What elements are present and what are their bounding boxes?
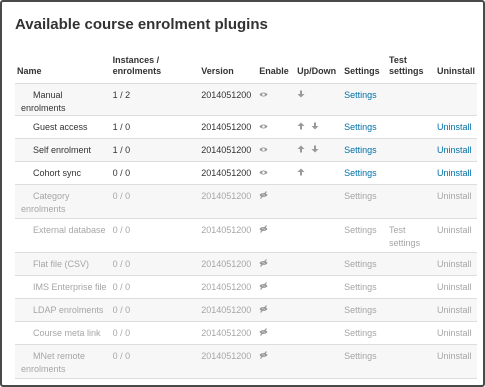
uninstall-link[interactable]: Uninstall [437, 122, 472, 132]
header-instances: Instances / enrolments [112, 55, 162, 76]
settings-link[interactable]: Settings [344, 225, 377, 235]
plugin-instances: 0 / 0 [110, 161, 200, 185]
plugin-instances: 1 / 2 [110, 83, 200, 116]
settings-link[interactable]: Settings [344, 351, 377, 361]
table-row: MNet remote enrolments 0 / 0 2014051200 Set… [15, 344, 477, 379]
uninstall-link[interactable]: Uninstall [437, 305, 472, 315]
plugin-version: 2014051200 [199, 218, 258, 253]
move-up-icon[interactable] [297, 144, 305, 157]
eye-icon[interactable] [259, 144, 268, 157]
plugin-instances: 1 / 0 [110, 115, 200, 139]
table-header-row: Name Instances / enrolments Version Enab… [15, 55, 477, 84]
plugin-instances: 0 / 0 [110, 252, 200, 276]
uninstall-link[interactable]: Uninstall [437, 351, 472, 361]
uninstall-link[interactable]: Uninstall [437, 145, 472, 155]
settings-link[interactable]: Settings [344, 90, 377, 100]
settings-link[interactable]: Settings [344, 122, 377, 132]
table-row: Cohort sync 0 / 0 2014051200 Settings Uninst… [15, 161, 477, 185]
plugin-name: LDAP enrolments [33, 305, 104, 315]
plugin-name: Cohort sync [33, 168, 82, 178]
plugin-version: 2014051200 [199, 184, 258, 219]
header-settings: Settings [344, 66, 380, 76]
plugin-name: Manual enrolments [21, 90, 66, 113]
eye-icon[interactable] [259, 167, 268, 180]
plugin-version: 2014051200 [199, 115, 258, 139]
plugin-version: 2014051200 [199, 83, 258, 116]
test-settings-link[interactable]: Test settings [389, 225, 420, 248]
table-row: Category enrolments 0 / 0 2014051200 Settin… [15, 184, 477, 219]
settings-link[interactable]: Settings [344, 259, 377, 269]
eye-slash-icon[interactable] [259, 327, 268, 340]
eye-icon[interactable] [259, 121, 268, 134]
plugin-instances: 0 / 0 [110, 378, 200, 385]
header-test-settings: Test settings [389, 55, 424, 76]
table-row: Guest access 1 / 0 2014051200 Settings Unins… [15, 115, 477, 139]
table-row: Course meta link 0 / 0 2014051200 Settings U… [15, 321, 477, 345]
plugin-instances: 0 / 0 [110, 275, 200, 299]
plugin-version: 2014051200 [199, 378, 258, 385]
table-row: External database 0 / 0 2014051200 Settings… [15, 218, 477, 253]
table-row: IMS Enterprise file 0 / 0 2014051200 Settin… [15, 275, 477, 299]
plugin-version: 2014051200 [199, 344, 258, 379]
header-name: Name [17, 66, 42, 76]
eye-slash-icon[interactable] [259, 350, 268, 363]
plugin-name: External database [33, 225, 106, 235]
uninstall-link[interactable]: Uninstall [437, 282, 472, 292]
plugin-name: Course meta link [33, 328, 101, 338]
move-up-icon[interactable] [297, 167, 305, 180]
eye-slash-icon[interactable] [259, 258, 268, 271]
move-up-icon[interactable] [297, 121, 305, 134]
plugin-name: Flat file (CSV) [33, 259, 90, 269]
page-title: Available course enrolment plugins [15, 16, 268, 33]
plugin-name: Category enrolments [21, 191, 70, 214]
header-updown: Up/Down [297, 66, 337, 76]
plugin-version: 2014051200 [199, 252, 258, 276]
plugin-version: 2014051200 [199, 321, 258, 345]
uninstall-link[interactable]: Uninstall [437, 168, 472, 178]
table-row: PayPal0 / 02014051200SettingsUninstall [15, 378, 477, 385]
plugin-instances: 0 / 0 [110, 344, 200, 379]
uninstall-link[interactable]: Uninstall [437, 328, 472, 338]
settings-link[interactable]: Settings [344, 145, 377, 155]
uninstall-link[interactable]: Uninstall [437, 225, 472, 235]
uninstall-link[interactable]: Uninstall [437, 191, 472, 201]
eye-slash-icon[interactable] [259, 304, 268, 317]
eye-slash-icon[interactable] [259, 190, 268, 203]
plugin-instances: 0 / 0 [110, 321, 200, 345]
plugin-instances: 0 / 0 [110, 298, 200, 322]
plugin-name: MNet remote enrolments [21, 351, 86, 374]
plugin-version: 2014051200 [199, 298, 258, 322]
settings-link[interactable]: Settings [344, 305, 377, 315]
move-down-icon[interactable] [297, 89, 305, 102]
eye-slash-icon[interactable] [259, 224, 268, 237]
uninstall-link[interactable]: Uninstall [437, 259, 472, 269]
plugin-version: 2014051200 [199, 275, 258, 299]
settings-link[interactable]: Settings [344, 191, 377, 201]
plugin-version: 2014051200 [199, 138, 258, 162]
eye-slash-icon[interactable] [259, 281, 268, 294]
table-row: Self enrolment 1 / 0 2014051200 Settings Uni… [15, 138, 477, 162]
table-row: Manual enrolments 1 / 2 2014051200 Settings [15, 83, 477, 116]
move-down-icon[interactable] [311, 121, 319, 134]
page-frame: Available course enrolment plugins Name … [0, 0, 485, 387]
settings-link[interactable]: Settings [344, 328, 377, 338]
eye-icon[interactable] [259, 89, 268, 102]
settings-link[interactable]: Settings [344, 168, 377, 178]
table-row: LDAP enrolments 0 / 0 2014051200 Settings Un… [15, 298, 477, 322]
plugin-name: Self enrolment [33, 145, 92, 155]
settings-link[interactable]: Settings [344, 282, 377, 292]
plugin-instances: 0 / 0 [110, 184, 200, 219]
plugin-name: Guest access [33, 122, 88, 132]
enrolment-plugins-table: Name Instances / enrolments Version Enab… [15, 55, 477, 385]
plugin-instances: 1 / 0 [110, 138, 200, 162]
plugin-name: IMS Enterprise file [33, 282, 107, 292]
plugin-version: 2014051200 [199, 161, 258, 185]
plugin-instances: 0 / 0 [110, 218, 200, 253]
table-row: Flat file (CSV) 0 / 0 2014051200 Settings Un… [15, 252, 477, 276]
header-version: Version [201, 66, 234, 76]
move-down-icon[interactable] [311, 144, 319, 157]
header-uninstall: Uninstall [436, 66, 475, 76]
header-enable: Enable [259, 66, 289, 76]
